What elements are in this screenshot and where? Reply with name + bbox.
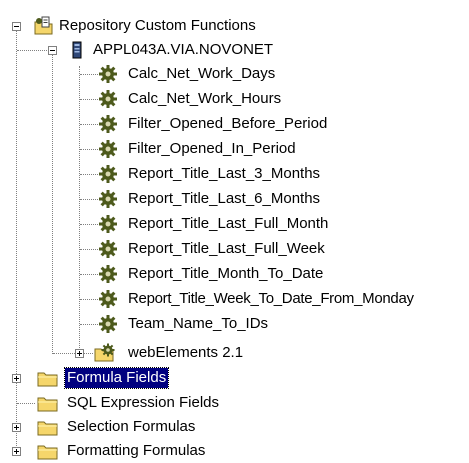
gear-icon — [98, 289, 118, 309]
gear-folder-icon — [94, 343, 115, 363]
tree-connector-h — [80, 99, 98, 100]
tree-connector-h — [17, 403, 35, 404]
tree-node-repository[interactable]: Repository Custom Functions — [0, 14, 469, 38]
function-item[interactable]: Report_Title_Last_Full_Month — [0, 212, 469, 236]
tree-node-label[interactable]: Formula Fields — [63, 367, 170, 389]
tree-node-server[interactable]: APPL043A.VIA.NOVONET — [0, 38, 469, 62]
gear-icon — [98, 139, 118, 159]
gear-icon — [98, 164, 118, 184]
function-item[interactable]: Report_Title_Last_3_Months — [0, 162, 469, 186]
expand-toggle[interactable] — [75, 349, 84, 358]
gear-icon — [98, 239, 118, 259]
folder-icon — [37, 368, 58, 388]
tree-connector-h — [80, 249, 98, 250]
function-item[interactable]: Calc_Net_Work_Hours — [0, 87, 469, 111]
tree-node-label[interactable]: SQL Expression Fields — [65, 393, 221, 413]
gear-icon — [98, 314, 118, 334]
function-label[interactable]: Calc_Net_Work_Hours — [126, 89, 283, 109]
tree-connector-h — [80, 224, 98, 225]
function-item[interactable]: Report_Title_Week_To_Date_From_Monday — [0, 287, 469, 311]
tree-connector-h — [17, 50, 47, 51]
gear-icon — [98, 214, 118, 234]
gear-icon — [98, 89, 118, 109]
tree-node-formula-fields[interactable]: Formula Fields — [0, 366, 469, 390]
function-label[interactable]: Report_Title_Last_Full_Month — [126, 214, 330, 234]
function-label[interactable]: Filter_Opened_In_Period — [126, 139, 298, 159]
function-item[interactable]: Report_Title_Month_To_Date — [0, 262, 469, 286]
collapse-toggle[interactable] — [12, 22, 21, 31]
function-label[interactable]: Report_Title_Last_6_Months — [126, 189, 322, 209]
tree-node-label[interactable]: Repository Custom Functions — [57, 16, 258, 36]
database-server-icon — [67, 40, 87, 60]
function-item[interactable]: Filter_Opened_In_Period — [0, 137, 469, 161]
function-item[interactable]: Report_Title_Last_Full_Week — [0, 237, 469, 261]
tree-node-sql-expression-fields[interactable]: SQL Expression Fields — [0, 391, 469, 415]
tree-node-webelements[interactable]: webElements 2.1 — [0, 341, 469, 365]
repository-folder-icon — [34, 16, 54, 36]
tree-node-label[interactable]: APPL043A.VIA.NOVONET — [91, 40, 275, 60]
tree-connector-h — [53, 353, 93, 354]
tree-connector-h — [80, 324, 98, 325]
function-label[interactable]: Report_Title_Last_3_Months — [126, 164, 322, 184]
function-item[interactable]: Report_Title_Last_6_Months — [0, 187, 469, 211]
function-label[interactable]: Team_Name_To_IDs — [126, 314, 270, 334]
tree-connector-h — [80, 149, 98, 150]
tree-connector-h — [80, 74, 98, 75]
folder-icon — [37, 441, 58, 461]
tree-connector-h — [80, 124, 98, 125]
expand-toggle[interactable] — [12, 423, 21, 432]
expand-toggle[interactable] — [12, 374, 21, 383]
gear-icon — [98, 114, 118, 134]
function-label[interactable]: Report_Title_Month_To_Date — [126, 264, 325, 284]
function-item[interactable]: Calc_Net_Work_Days — [0, 62, 469, 86]
tree-node-label[interactable]: webElements 2.1 — [126, 343, 245, 363]
gear-icon — [98, 264, 118, 284]
folder-icon — [37, 417, 58, 437]
folder-icon — [37, 393, 58, 413]
tree-connector-h — [80, 199, 98, 200]
tree-node-selection-formulas[interactable]: Selection Formulas — [0, 415, 469, 439]
tree-connector-h — [80, 299, 98, 300]
formula-workshop-tree: Repository Custom Functions APPL043A.VIA… — [0, 0, 469, 461]
function-label[interactable]: Report_Title_Week_To_Date_From_Monday — [126, 289, 416, 309]
function-item[interactable]: Filter_Opened_Before_Period — [0, 112, 469, 136]
tree-connector-h — [80, 274, 98, 275]
gear-icon — [98, 64, 118, 84]
function-label[interactable]: Filter_Opened_Before_Period — [126, 114, 329, 134]
tree-node-label[interactable]: Formatting Formulas — [65, 441, 207, 461]
tree-node-label[interactable]: Selection Formulas — [65, 417, 197, 437]
function-item[interactable]: Team_Name_To_IDs — [0, 312, 469, 336]
collapse-toggle[interactable] — [48, 46, 57, 55]
function-label[interactable]: Calc_Net_Work_Days — [126, 64, 277, 84]
expand-toggle[interactable] — [12, 447, 21, 456]
function-label[interactable]: Report_Title_Last_Full_Week — [126, 239, 327, 259]
tree-connector-h — [80, 174, 98, 175]
tree-node-formatting-formulas[interactable]: Formatting Formulas — [0, 439, 469, 463]
gear-icon — [98, 189, 118, 209]
